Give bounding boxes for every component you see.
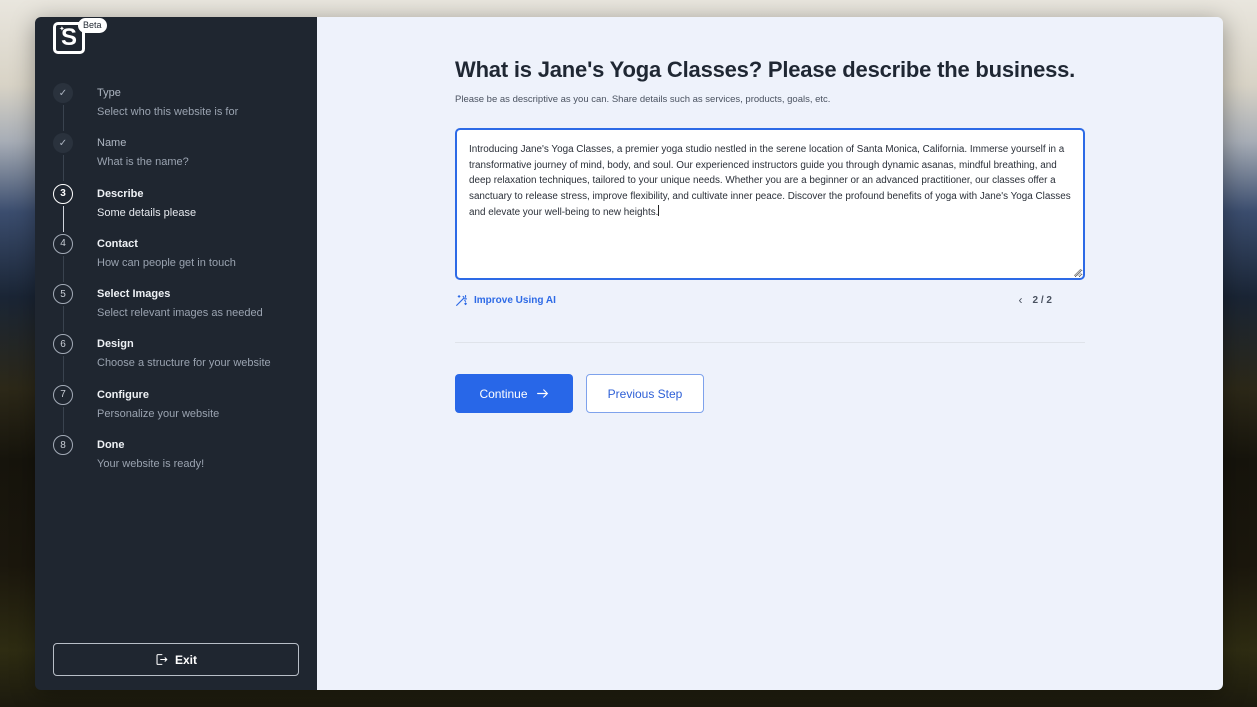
step-number: 8: [53, 435, 73, 456]
step-title: Design: [97, 338, 134, 351]
step-number: 5: [53, 284, 73, 305]
step-connector: [62, 155, 64, 182]
text-caret: [658, 204, 660, 216]
sparkle-icon: ✦: [59, 26, 65, 33]
textarea-tools: Improve Using AI ‹ 2 / 2: [455, 292, 1085, 308]
step-list: ✓ Type Select who this website is for ✓ Name…: [53, 83, 303, 485]
improve-using-ai-button[interactable]: Improve Using AI: [455, 294, 556, 307]
step-connector: [62, 406, 64, 433]
step-title: Contact: [97, 237, 138, 250]
sidebar: ✦ S Beta ✓ Type Select who this website is…: [35, 17, 317, 690]
step-connector: [62, 356, 64, 383]
step-title: Select Images: [97, 288, 171, 301]
step-title: Name: [97, 137, 127, 150]
step-connector: [62, 255, 64, 282]
step-select-images[interactable]: 5 Select Images Select relevant images as …: [53, 284, 303, 334]
step-name[interactable]: ✓ Name What is the name?: [53, 133, 303, 183]
step-configure[interactable]: 7 Configure Personalize your website: [53, 384, 303, 435]
step-title: Type: [97, 87, 121, 99]
page-title: What is Jane's Yoga Classes? Please desc…: [455, 57, 1076, 82]
chevron-left-icon[interactable]: ‹: [1019, 293, 1023, 307]
step-description: How can people get in touch: [97, 256, 236, 269]
step-number: 6: [53, 334, 73, 355]
step-description: What is the name?: [97, 156, 189, 169]
business-description-input[interactable]: Introducing Jane's Yoga Classes, a premi…: [455, 128, 1085, 280]
step-description: Personalize your website: [97, 407, 220, 420]
previous-step-button[interactable]: Previous Step: [586, 374, 704, 413]
step-description: Select who this website is for: [97, 106, 239, 118]
divider: [455, 342, 1085, 343]
resize-handle[interactable]: [1074, 269, 1081, 276]
step-type[interactable]: ✓ Type Select who this website is for: [53, 83, 303, 133]
step-design[interactable]: 6 Design Choose a structure for your websi…: [53, 334, 303, 384]
check-icon: ✓: [53, 133, 73, 154]
continue-button[interactable]: Continue: [455, 374, 573, 413]
version-pager: ‹ 2 / 2: [1019, 293, 1052, 307]
step-connector: [62, 105, 64, 131]
step-done[interactable]: 8 Done Your website is ready!: [53, 435, 303, 485]
step-description: Select relevant images as needed: [97, 307, 263, 320]
describe-form: What is Jane's Yoga Classes? Please desc…: [455, 54, 1085, 413]
continue-label: Continue: [479, 386, 528, 401]
improve-label: Improve Using AI: [474, 294, 556, 306]
step-description: Your website is ready!: [97, 458, 205, 471]
step-number: 4: [53, 233, 73, 254]
magic-wand-icon: [456, 294, 467, 306]
description-text: Introducing Jane's Yoga Classes, a premi…: [469, 144, 1071, 218]
step-title: Describe: [97, 187, 144, 200]
step-connector: [62, 306, 64, 333]
arrow-right-icon: [536, 389, 548, 398]
pager-count: 2 / 2: [1032, 294, 1052, 306]
check-icon: ✓: [53, 83, 73, 103]
exit-icon: [156, 654, 168, 665]
app-window: ✦ S Beta ✓ Type Select who this website is…: [35, 17, 1223, 690]
form-actions: Continue Previous Step: [455, 374, 1085, 413]
main-panel: What is Jane's Yoga Classes? Please desc…: [317, 17, 1223, 690]
step-description: Choose a structure for your website: [97, 357, 271, 370]
step-title: Configure: [97, 388, 149, 401]
step-contact[interactable]: 4 Contact How can people get in touch: [53, 233, 303, 284]
step-description: Some details please: [97, 206, 197, 219]
exit-label: Exit: [174, 652, 197, 667]
page-subtitle: Please be as descriptive as you can. Sha…: [455, 94, 831, 105]
step-connector: [62, 205, 64, 232]
step-title: Done: [97, 439, 125, 452]
beta-badge: Beta: [78, 18, 107, 33]
step-describe[interactable]: 3 Describe Some details please: [53, 183, 303, 234]
exit-button[interactable]: Exit: [53, 643, 299, 676]
step-number: 3: [53, 183, 73, 204]
step-number: 7: [53, 384, 73, 405]
